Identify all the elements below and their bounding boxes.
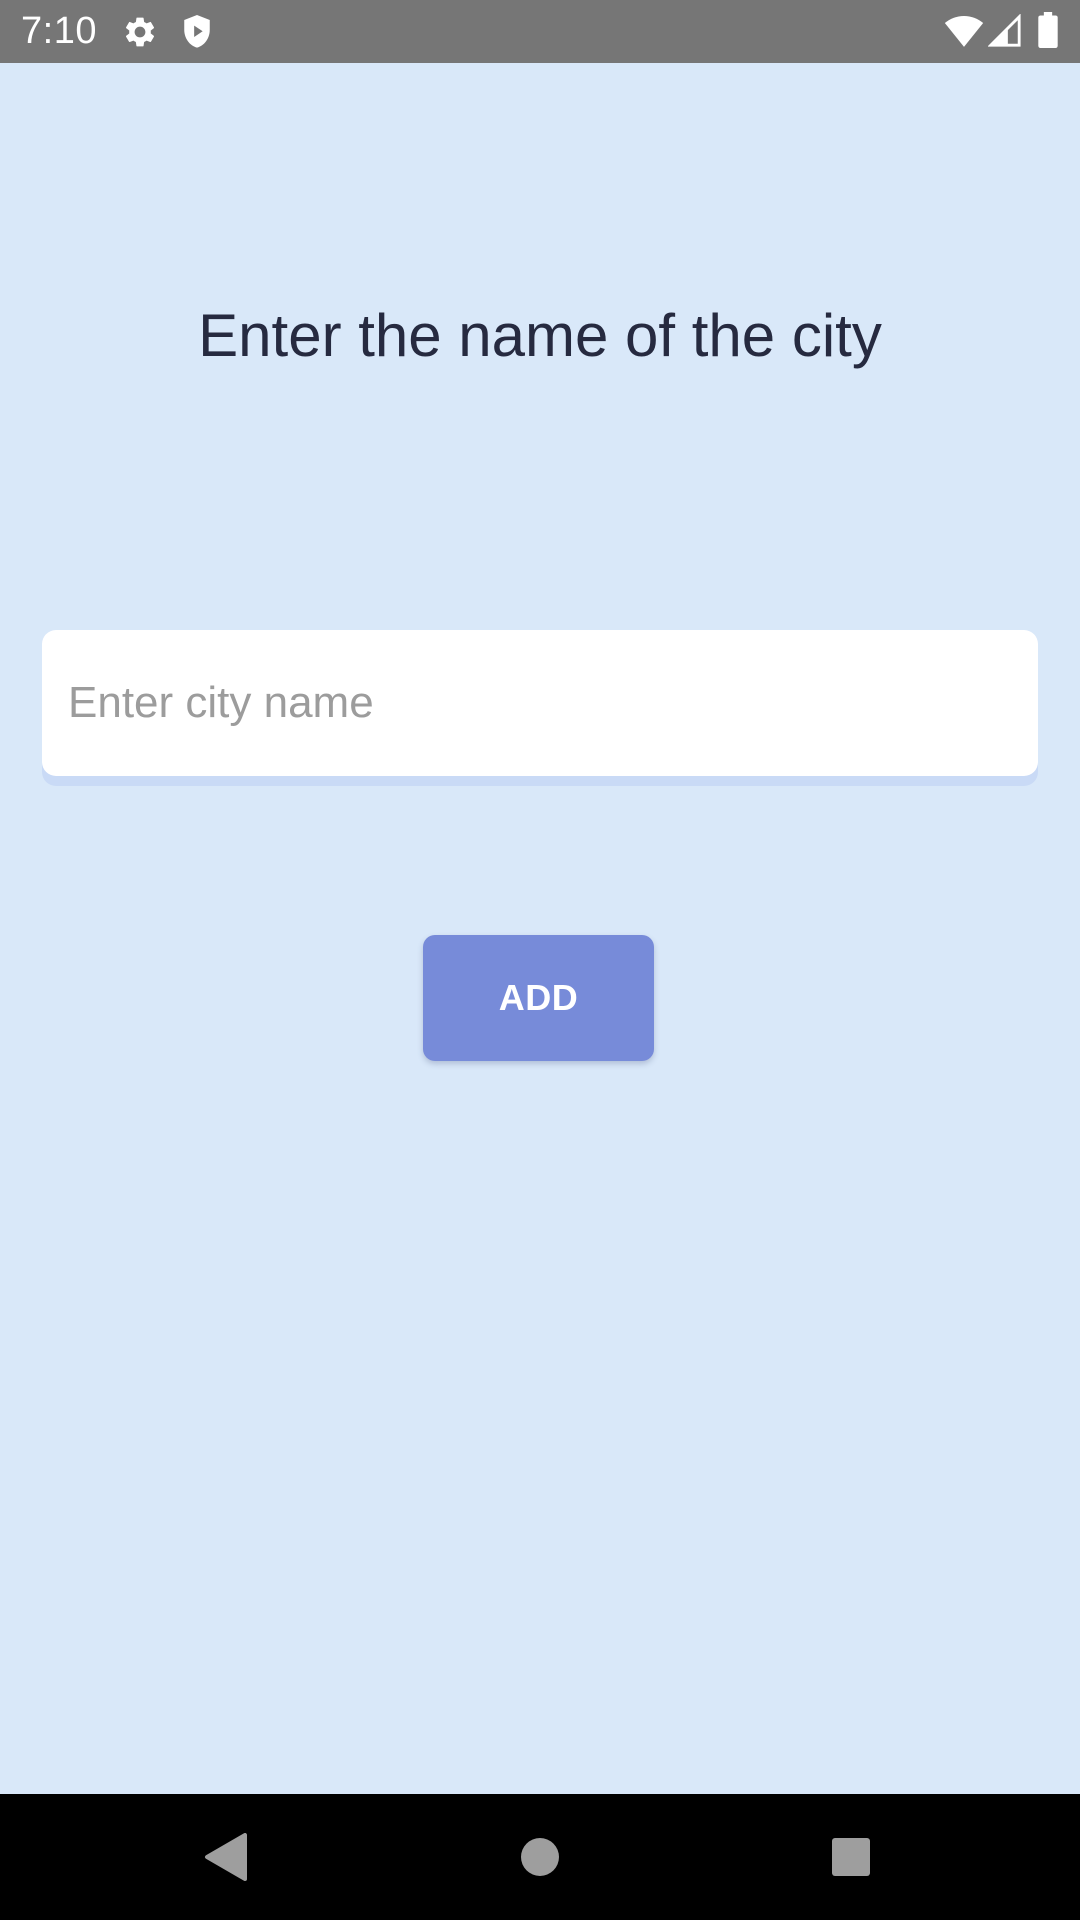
status-time: 7:10 <box>21 10 97 52</box>
page-title: Enter the name of the city <box>198 302 882 369</box>
nav-back-button[interactable] <box>155 1794 295 1920</box>
nav-recents-button[interactable] <box>781 1794 921 1920</box>
shield-play-icon <box>184 15 210 48</box>
gear-icon <box>125 17 155 47</box>
home-icon <box>521 1838 559 1876</box>
navigation-bar <box>0 1794 1080 1920</box>
app-screen: 7:10 Enter the name of the city ADD <box>0 0 1080 1920</box>
city-input-container <box>42 630 1038 786</box>
status-bar: 7:10 <box>0 0 1080 63</box>
signal-icon <box>988 14 1021 47</box>
battery-icon <box>1038 12 1058 48</box>
recents-icon <box>832 1838 870 1876</box>
back-icon <box>205 1833 247 1881</box>
wifi-icon <box>944 16 984 47</box>
city-name-input[interactable] <box>42 630 1038 776</box>
add-button[interactable]: ADD <box>423 935 654 1061</box>
nav-home-button[interactable] <box>470 1794 610 1920</box>
